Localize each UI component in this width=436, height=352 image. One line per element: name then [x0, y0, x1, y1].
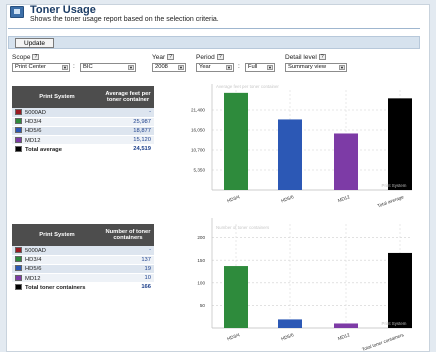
- x-tick-label: Total toner containers: [361, 332, 405, 352]
- bar: [388, 252, 412, 328]
- y-tick-label: 5,350: [194, 168, 206, 173]
- x-tick-label: Total average: [377, 194, 405, 208]
- x-tick-label: MD12: [337, 194, 351, 203]
- x-tick-label: HD3/4: [226, 332, 240, 341]
- x-tick-label: HD3/4: [226, 194, 240, 203]
- x-tick-label: MD12: [337, 332, 351, 341]
- bar: [278, 119, 302, 190]
- x-tick-label: HD5/6: [280, 332, 294, 341]
- y-tick-label: 10,700: [191, 148, 205, 153]
- chart-watermark: Print System: [382, 183, 407, 188]
- bar: [388, 98, 412, 190]
- x-tick-label: HD5/6: [280, 194, 294, 203]
- charts-layer: 21,400 16,050 10,700 5,350 Average feet per …: [191, 84, 412, 352]
- bar: [334, 323, 358, 328]
- y-tick-label: 150: [197, 258, 205, 263]
- y-tick-label: 200: [197, 235, 205, 240]
- bar: [334, 133, 358, 190]
- y-tick-label: 100: [197, 280, 205, 285]
- chart-caption: Average feet per toner container: [216, 84, 279, 89]
- bar: [224, 266, 248, 328]
- bar: [278, 319, 302, 328]
- y-tick-label: 16,050: [191, 128, 205, 133]
- bar: [224, 92, 248, 190]
- y-tick-label: 50: [200, 303, 206, 308]
- chart-caption: Number of toner containers: [216, 225, 270, 230]
- y-tick-label: 21,400: [191, 108, 205, 113]
- chart-watermark: Print System: [382, 321, 407, 326]
